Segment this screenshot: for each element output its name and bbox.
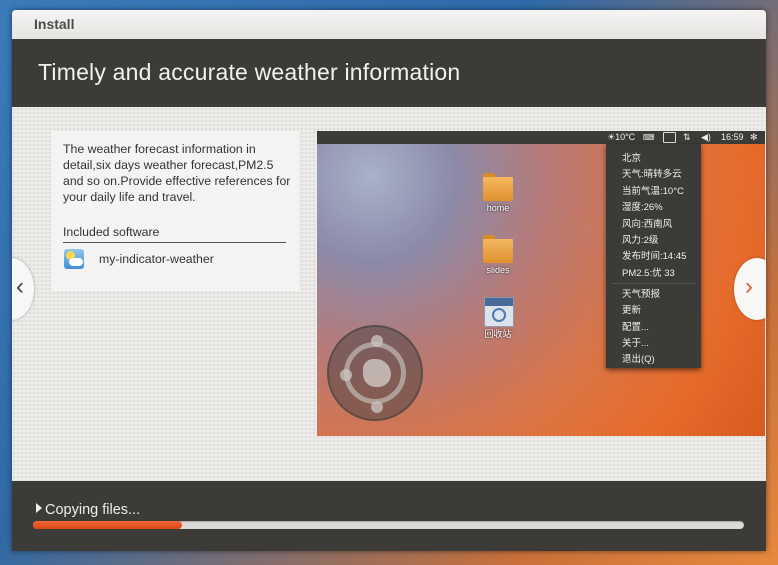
window-title: Install: [34, 16, 75, 32]
expander-arrow-icon[interactable]: [36, 503, 42, 513]
desktop-icon-label: home: [486, 203, 510, 213]
menu-item-wind-force[interactable]: 风力:2级: [622, 232, 658, 246]
progress-status[interactable]: Copying files...: [36, 502, 140, 518]
menu-item-humidity[interactable]: 湿度:26%: [622, 199, 663, 213]
description-panel: The weather forecast information in deta…: [51, 131, 299, 291]
slide-description: The weather forecast information in deta…: [63, 142, 291, 204]
slide-content: ‹ The weather forecast information in de…: [12, 107, 766, 481]
menu-item-publish-time[interactable]: 发布时间:14:45: [622, 248, 686, 262]
trash-icon: [484, 297, 514, 327]
weather-app-icon: [64, 249, 84, 269]
included-software-heading: Included software: [63, 225, 286, 243]
workspace-icon: [663, 132, 676, 143]
weather-indicator-menu: 北京 天气:晴转多云 当前气温:10°C 湿度:26% 风向:西南风 风力:2级…: [606, 144, 701, 368]
menu-item-update[interactable]: 更新: [622, 302, 641, 316]
keyboard-icon: ⌨: [643, 133, 655, 142]
chevron-right-icon: ›: [745, 273, 753, 300]
menu-item-pm25[interactable]: PM2.5:优 33: [622, 265, 675, 279]
menu-item-about[interactable]: 关于...: [622, 335, 649, 349]
desktop-screenshot: ☀10°C ⌨ ⇅ ◀) 16:59 ✻ home slides 回收站 北京 …: [317, 131, 765, 436]
progress-footer: Copying files...: [12, 481, 766, 551]
volume-icon: ◀): [701, 132, 711, 142]
desktop-icon-label: slides: [486, 265, 510, 275]
menu-item-weather[interactable]: 天气:晴转多云: [622, 166, 682, 180]
installer-window: Install Timely and accurate weather info…: [12, 10, 766, 551]
weather-indicator: ☀10°C: [607, 132, 636, 142]
previous-slide-button[interactable]: ‹: [12, 258, 34, 320]
menu-item-wind-direction[interactable]: 风向:西南风: [622, 216, 672, 230]
menu-item-temperature[interactable]: 当前气温:10°C: [622, 183, 684, 197]
progress-status-text: Copying files...: [45, 502, 141, 518]
ubuntu-logo-icon: [327, 325, 423, 421]
progress-bar: [33, 521, 744, 529]
title-bar: Install: [12, 10, 766, 40]
desktop-icon-label: 回收站: [484, 329, 512, 339]
gear-icon: ✻: [750, 132, 758, 142]
clock: 16:59: [721, 132, 744, 142]
menu-separator: [612, 283, 696, 284]
folder-icon: [483, 173, 513, 201]
software-name: my-indicator-weather: [99, 252, 214, 266]
menu-item-quit[interactable]: 退出(Q): [622, 351, 655, 365]
menu-item-configure[interactable]: 配置...: [622, 319, 649, 333]
slide-header: Timely and accurate weather information: [12, 39, 766, 107]
slide-title: Timely and accurate weather information: [38, 59, 461, 85]
top-panel: ☀10°C ⌨ ⇅ ◀) 16:59 ✻: [317, 131, 765, 144]
folder-icon: [483, 235, 513, 263]
chevron-left-icon: ‹: [16, 273, 24, 300]
network-icon: ⇅: [683, 132, 691, 142]
progress-bar-fill: [33, 521, 183, 529]
menu-item-forecast[interactable]: 天气预报: [622, 286, 660, 300]
menu-item-city[interactable]: 北京: [622, 150, 641, 164]
